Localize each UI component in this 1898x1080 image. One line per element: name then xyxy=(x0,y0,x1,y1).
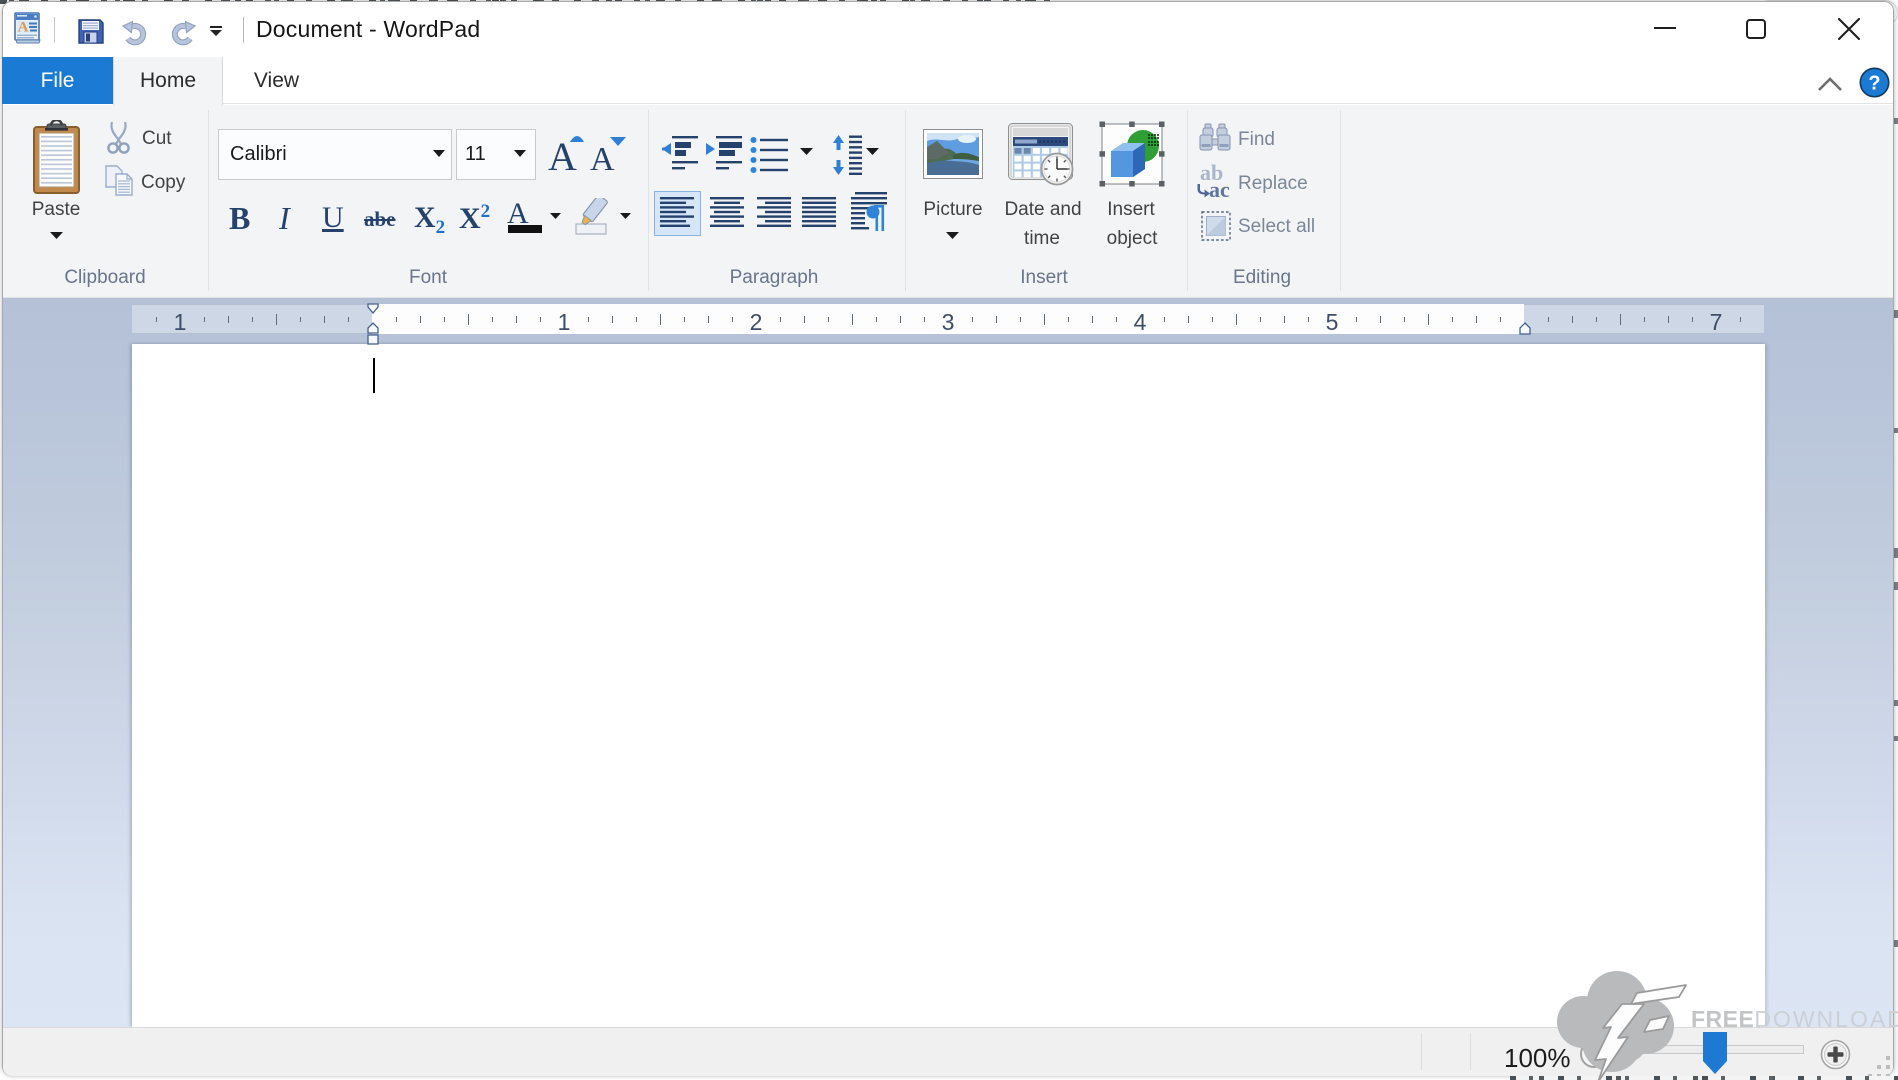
svg-text:A: A xyxy=(18,20,29,36)
svg-text:?: ? xyxy=(1868,73,1880,95)
svg-text:A: A xyxy=(590,141,615,174)
svg-text:ac: ac xyxy=(1209,177,1230,199)
